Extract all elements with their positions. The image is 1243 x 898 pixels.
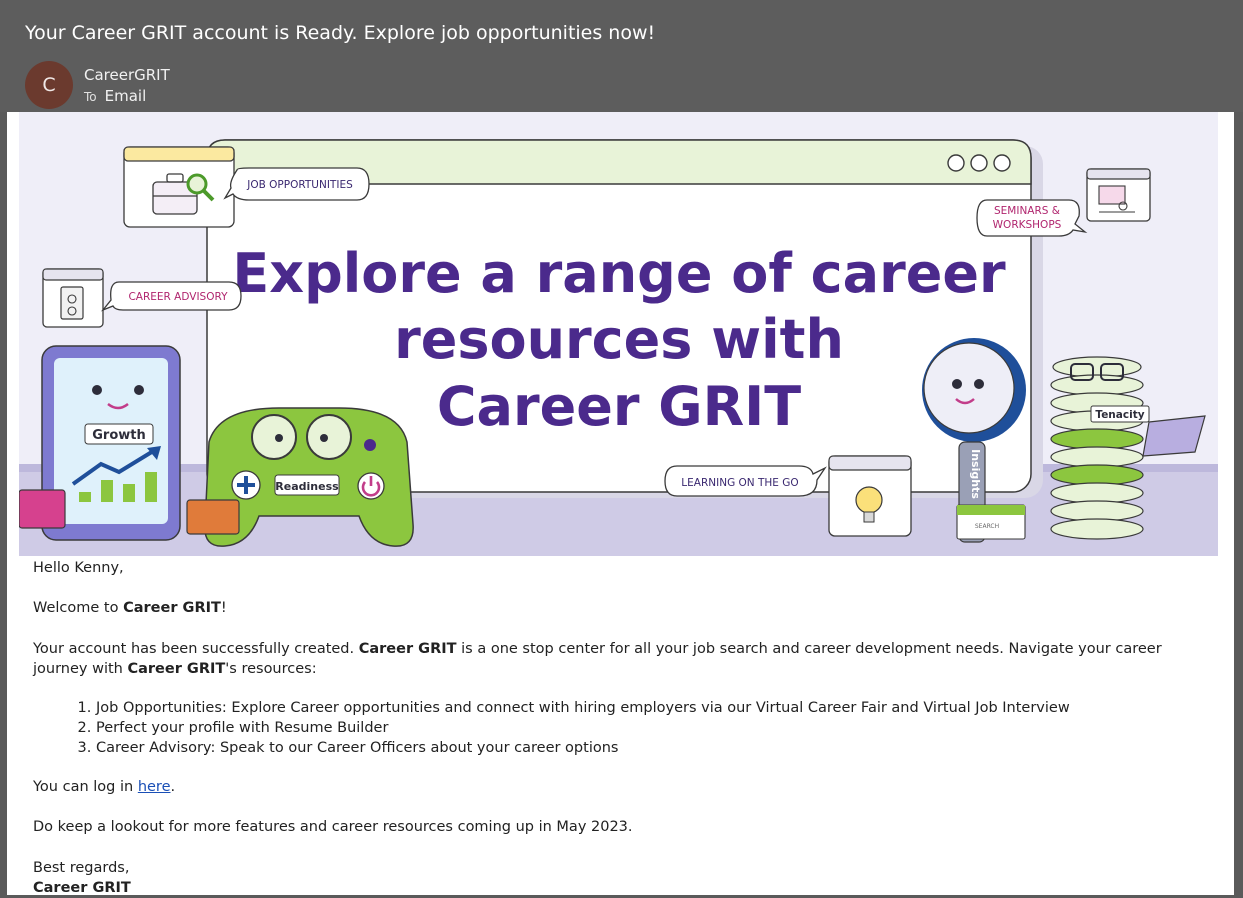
eye-icon — [275, 434, 283, 442]
controller-button-icon — [364, 439, 376, 451]
recipient-row: To Email — [84, 87, 146, 105]
email-body: Explore a range of career resources with… — [7, 112, 1234, 898]
banner-headline-line3: Career GRIT — [437, 375, 801, 438]
sender-avatar[interactable]: C — [25, 61, 73, 109]
learning-window-titlebar — [828, 455, 912, 471]
growth-bar — [79, 492, 91, 502]
banner-image: Explore a range of career resources with… — [19, 112, 1218, 556]
list-item: Perfect your profile with Resume Builder — [96, 718, 1196, 738]
advisory-window-titlebar — [42, 268, 104, 281]
eye-icon — [974, 379, 984, 389]
lookout-line: Do keep a lookout for more features and … — [33, 819, 633, 835]
intro-brand-1: Career GRIT — [358, 641, 457, 657]
label-growth: Growth — [92, 428, 146, 443]
insights-lens — [923, 342, 1015, 434]
search-card-bar — [957, 505, 1025, 515]
list-item: Career Advisory: Speak to our Career Off… — [96, 738, 1196, 758]
growth-bar — [145, 472, 157, 502]
signature: Career GRIT — [33, 878, 1193, 898]
eye-icon — [134, 385, 144, 395]
seminar-window-titlebar — [1086, 168, 1151, 180]
intro-text-1: Your account has been successfully creat… — [33, 641, 359, 657]
banner-headline-line1: Explore a range of career — [232, 242, 1006, 305]
welcome-line: Welcome to Career GRIT! — [33, 598, 1193, 618]
greeting: Hello Kenny, — [33, 560, 124, 576]
sender-name[interactable]: CareerGRIT — [84, 66, 170, 84]
label-readiness: Readiness — [275, 480, 339, 493]
intro-brand-2: Career GRIT — [127, 661, 226, 677]
window-dot-icon — [993, 154, 1011, 172]
resource-list: Job Opportunities: Explore Career opport… — [33, 698, 1196, 758]
list-item: Job Opportunities: Explore Career opport… — [96, 698, 1196, 718]
window-dot-icon — [947, 154, 965, 172]
welcome-brand: Career GRIT — [123, 600, 221, 616]
banner-headline-line2: resources with — [394, 308, 844, 371]
email-subject: Your Career GRIT account is Ready. Explo… — [25, 22, 656, 44]
job-window-titlebar — [123, 146, 235, 162]
tenacity-spring — [1050, 356, 1144, 540]
tag-learning-on-the-go: LEARNING ON THE GO — [681, 477, 798, 489]
tag-job-opportunities: JOB OPPORTUNITIES — [246, 179, 353, 191]
glasses-icon — [251, 414, 297, 460]
window-dot-icon — [970, 154, 988, 172]
login-prefix: You can log in — [33, 779, 138, 795]
login-link[interactable]: here — [138, 779, 171, 795]
email-header: Your Career GRIT account is Ready. Explo… — [0, 0, 1243, 112]
regards-line: Best regards, — [33, 860, 130, 876]
label-search: SEARCH — [975, 523, 999, 530]
login-line: You can log in here. — [33, 777, 1193, 797]
books-icon — [186, 499, 240, 535]
welcome-prefix: Welcome to — [33, 600, 124, 616]
to-label: To — [84, 90, 97, 104]
laptop-icon — [1142, 415, 1206, 457]
eye-icon — [320, 434, 328, 442]
label-insights: Insights — [969, 449, 982, 499]
banner-illustration: Explore a range of career resources with… — [19, 139, 1218, 556]
signature-text: Career GRIT — [33, 880, 131, 896]
bag-icon — [19, 489, 66, 529]
login-suffix: . — [170, 779, 176, 795]
label-tenacity: Tenacity — [1095, 409, 1144, 421]
growth-bar — [101, 480, 113, 502]
eye-icon — [952, 379, 962, 389]
welcome-suffix: ! — [220, 600, 227, 616]
recipient-name[interactable]: Email — [105, 87, 147, 105]
eye-icon — [92, 385, 102, 395]
intro-text-3: 's resources: — [225, 661, 317, 677]
intro-paragraph: Your account has been successfully creat… — [33, 639, 1193, 679]
tag-career-advisory: CAREER ADVISORY — [128, 291, 228, 303]
glasses-icon — [306, 414, 352, 460]
tag-seminars-line2: WORKSHOPS — [993, 219, 1062, 231]
tag-seminars-line1: SEMINARS & — [994, 205, 1060, 217]
growth-bar — [123, 484, 135, 502]
checklist-icon — [60, 286, 84, 320]
